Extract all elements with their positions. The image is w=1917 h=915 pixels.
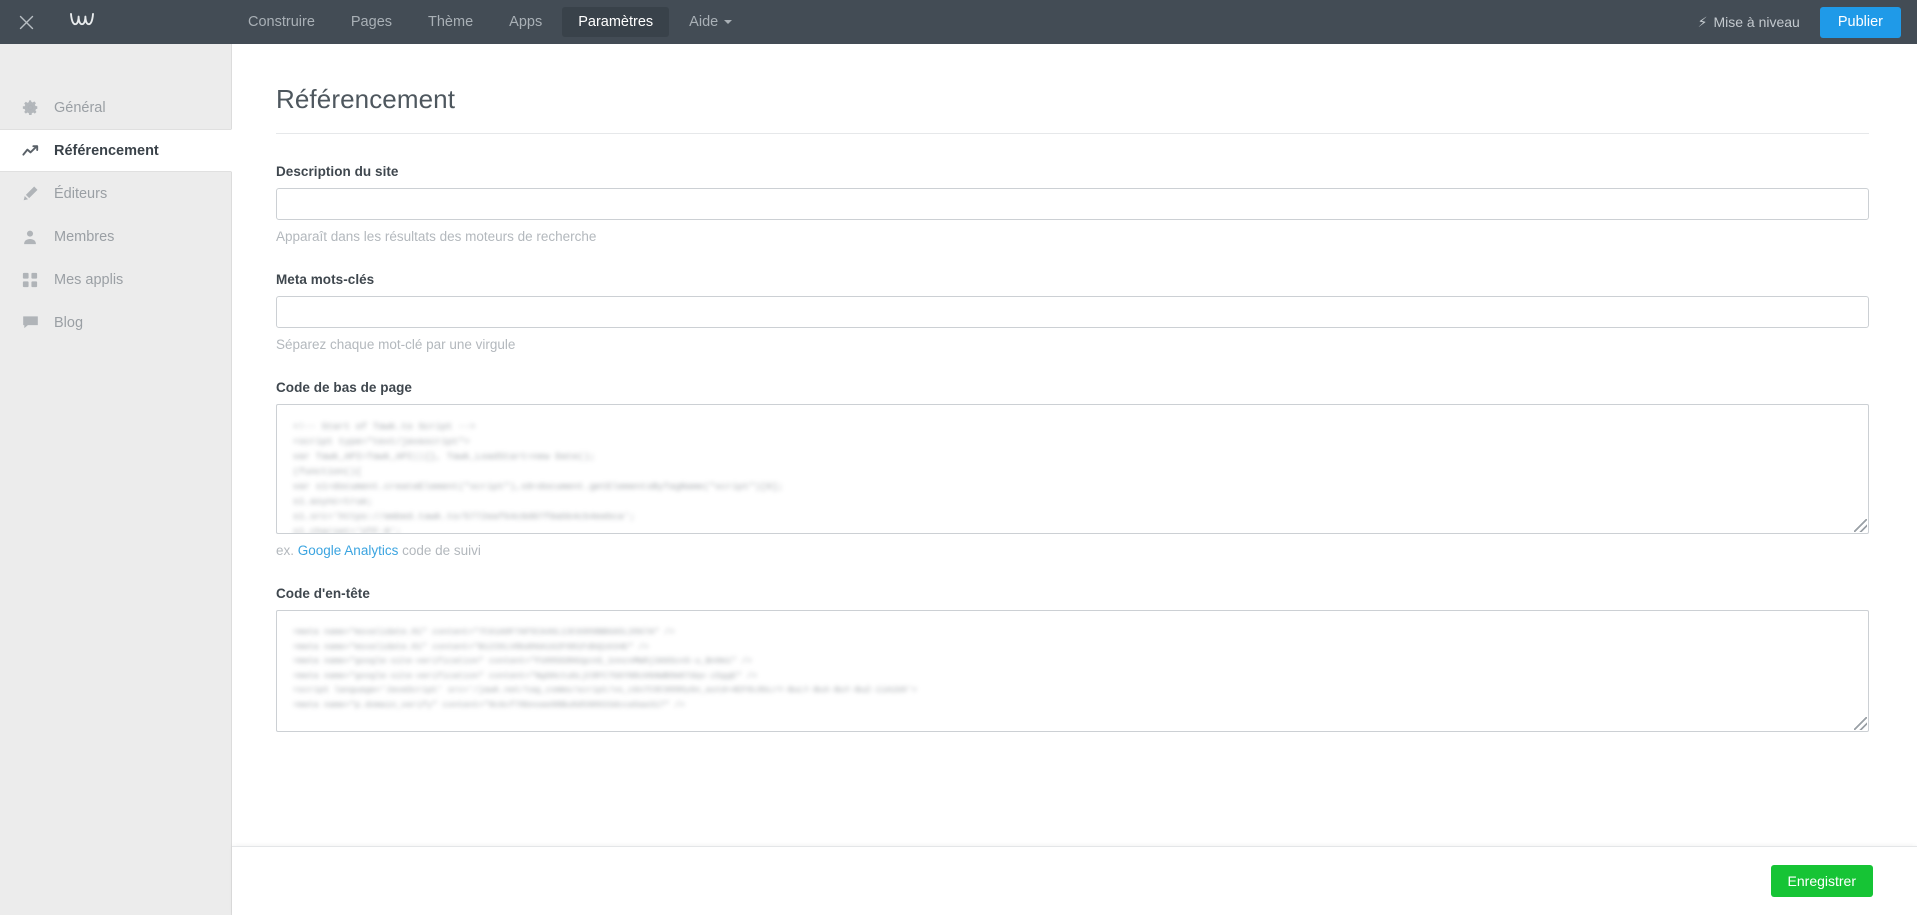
meta-keywords-input[interactable] [276,296,1869,328]
resize-handle[interactable] [1854,519,1867,532]
sidebar-item-label: Blog [54,314,84,331]
nav-tab-construire[interactable]: Construire [232,7,331,37]
user-icon [22,229,50,245]
nav-tab-aide[interactable]: Aide [673,7,748,37]
sidebar-item-general[interactable]: Général [0,86,231,129]
close-editor-button[interactable] [0,0,52,44]
sidebar-item-referencement[interactable]: Référencement [0,129,232,172]
sidebar-item-label: Général [54,99,106,116]
upgrade-button[interactable]: ⚡ Mise à niveau [1698,14,1800,30]
nav-left-group [0,0,232,44]
nav-tab-pages[interactable]: Pages [335,7,408,37]
field-site-description: Description du site Apparaît dans les ré… [276,164,1869,244]
google-analytics-link[interactable]: Google Analytics [298,543,399,558]
nav-tab-label: Construire [248,14,315,30]
nav-tab-label: Aide [689,14,719,30]
nav-tab-apps[interactable]: Apps [493,7,558,37]
bolt-icon: ⚡ [1697,14,1708,30]
field-label: Meta mots-clés [276,272,375,287]
title-divider [276,133,1869,134]
top-navigation-bar: Construire Pages Thème Apps Paramètres A… [0,0,1917,44]
field-label: Code d'en-tête [276,586,370,601]
nav-tab-label: Pages [350,14,393,30]
nav-tab-theme[interactable]: Thème [412,7,489,37]
site-description-input[interactable] [276,188,1869,220]
sidebar-item-label: Mes applis [54,271,124,288]
help-prefix: ex. [276,543,298,558]
field-label: Code de bas de page [276,380,412,395]
publish-button[interactable]: Publier [1819,6,1901,38]
trending-up-icon [22,144,50,158]
sidebar-item-label: Référencement [54,142,159,159]
field-label: Description du site [276,164,399,179]
chevron-down-icon [724,20,733,24]
action-footer-bar: Enregistrer [232,846,1917,915]
sidebar-item-label: Membres [54,228,115,245]
field-help-text: Apparaît dans les résultats des moteurs … [276,229,597,244]
upgrade-label: Mise à niveau [1713,14,1800,30]
sidebar-item-mes-applis[interactable]: Mes applis [0,258,231,301]
gear-icon [22,99,50,116]
close-icon [19,15,34,30]
weebly-logo-icon [69,11,95,34]
footer-code-editor[interactable]: <!-- Start of Tawk.to Script --> <script… [276,404,1869,534]
page-title: Référencement [276,84,456,114]
main-content-area: Référencement Description du site Appara… [232,44,1917,915]
nav-tab-label: Thème [428,14,474,30]
nav-tab-label: Paramètres [578,14,654,30]
footer-code-content: <!-- Start of Tawk.to Script --> <script… [293,421,784,534]
weebly-logo-button[interactable] [52,0,112,44]
pencil-icon [22,185,50,202]
sidebar-item-blog[interactable]: Blog [0,301,231,344]
page-wrapper: Référencement Description du site Appara… [232,44,1917,732]
settings-sidebar: Général Référencement Éditeurs Membres M… [0,44,232,915]
nav-tab-list: Construire Pages Thème Apps Paramètres A… [232,0,1698,44]
help-suffix: code de suivi [398,543,481,558]
sidebar-item-membres[interactable]: Membres [0,215,231,258]
field-header-code: Code d'en-tête <meta name="msvalidate.01… [276,586,1869,732]
field-help-text: Séparez chaque mot-clé par une virgule [276,337,516,352]
nav-tab-parametres[interactable]: Paramètres [562,7,670,37]
header-code-content: <meta name="msvalidate.01" content="7C61… [293,627,918,710]
sidebar-item-label: Éditeurs [54,185,108,202]
grid-apps-icon [22,272,50,288]
resize-handle[interactable] [1854,717,1867,730]
field-footer-code: Code de bas de page <!-- Start of Tawk.t… [276,380,1869,558]
chat-bubble-icon [22,315,50,330]
nav-tab-label: Apps [509,14,543,30]
header-code-editor[interactable]: <meta name="msvalidate.01" content="7C61… [276,610,1869,732]
footer-code-help: ex. Google Analytics code de suivi [276,543,1869,558]
nav-right-group: ⚡ Mise à niveau Publier [1698,0,1917,44]
save-button[interactable]: Enregistrer [1770,865,1873,897]
field-meta-keywords: Meta mots-clés Séparez chaque mot-clé pa… [276,272,1869,352]
sidebar-item-editeurs[interactable]: Éditeurs [0,172,231,215]
